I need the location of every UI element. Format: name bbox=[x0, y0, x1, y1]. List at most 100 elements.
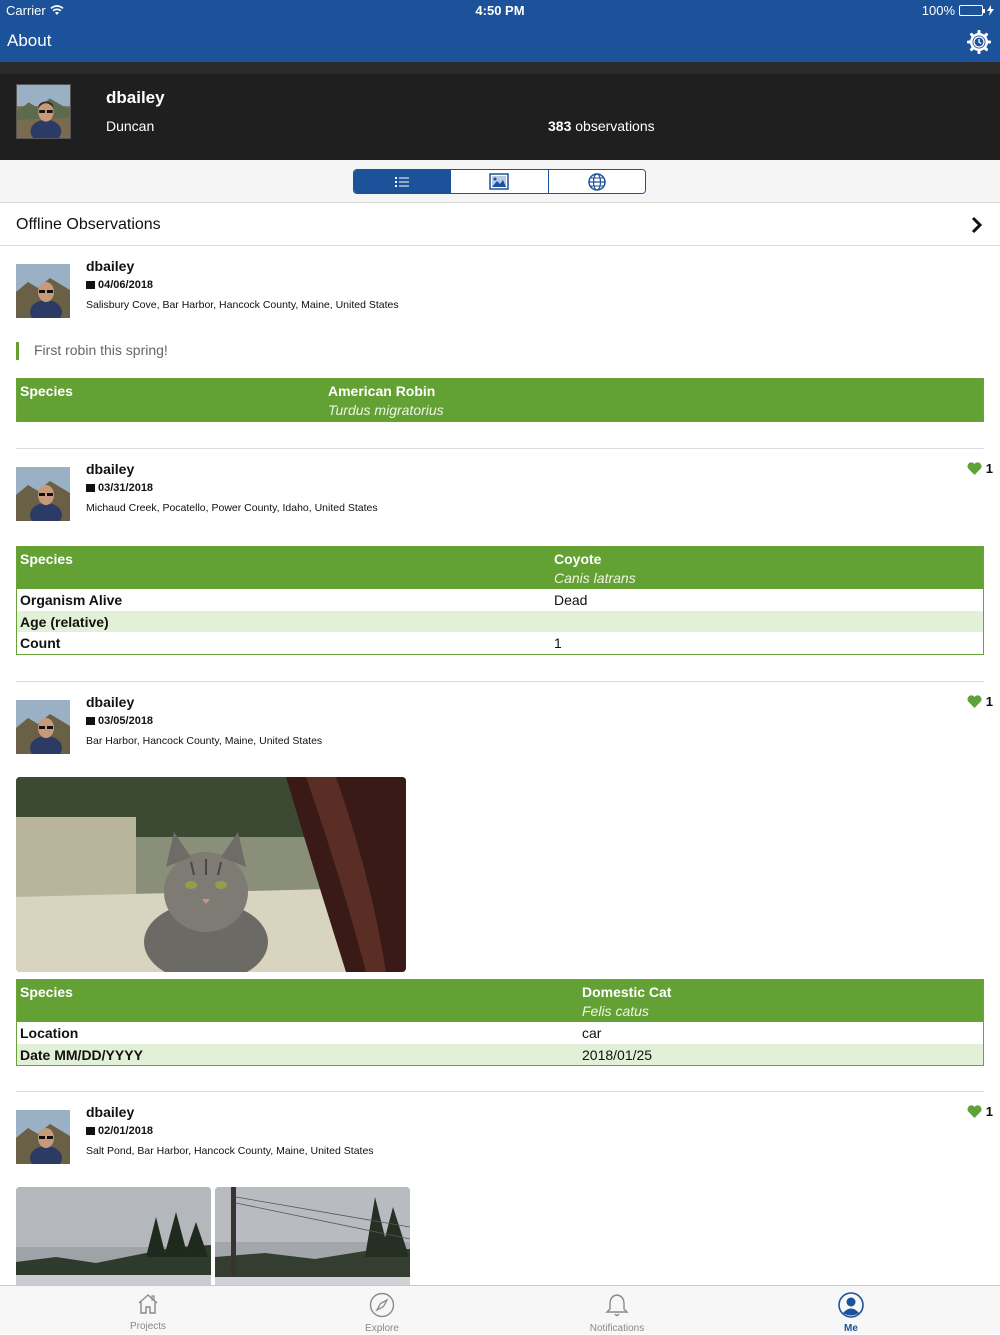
scientific-name: Canis latrans bbox=[554, 570, 636, 586]
observation-card[interactable]: dbailey 03/31/2018 Michaud Creek, Pocate… bbox=[16, 449, 993, 682]
fave-count[interactable]: 1 bbox=[967, 694, 993, 709]
globe-icon bbox=[588, 172, 606, 191]
offline-observations-label: Offline Observations bbox=[16, 216, 161, 233]
field-value: 2018/01/25 bbox=[582, 1046, 653, 1063]
heart-icon bbox=[967, 462, 982, 475]
field-key: Age (relative) bbox=[20, 613, 109, 630]
common-name: Coyote bbox=[554, 551, 602, 567]
field-row: Age (relative) bbox=[17, 610, 983, 632]
species-row: Species American Robin Turdus migratoriu… bbox=[17, 379, 983, 421]
observation-date-text: 03/05/2018 bbox=[98, 715, 154, 727]
field-value: 1 bbox=[554, 635, 562, 651]
observation-date: 03/31/2018 bbox=[86, 482, 153, 494]
observation-place: Michaud Creek, Pocatello, Power County, … bbox=[86, 502, 378, 514]
avatar[interactable] bbox=[16, 84, 71, 139]
profile-login: dbailey bbox=[106, 88, 165, 107]
tab-me-label: Me bbox=[844, 1323, 858, 1334]
avatar bbox=[16, 264, 70, 318]
field-key: Location bbox=[20, 1025, 79, 1041]
common-name: American Robin bbox=[328, 383, 436, 399]
observation-date-text: 04/06/2018 bbox=[98, 279, 154, 291]
observation-count-label: observations bbox=[571, 118, 655, 134]
field-key: Date MM/DD/YYYY bbox=[20, 1046, 143, 1063]
offline-observations-row[interactable]: Offline Observations bbox=[0, 204, 1000, 246]
field-value: car bbox=[582, 1025, 602, 1041]
species-key: Species bbox=[20, 984, 73, 1000]
observation-card[interactable]: dbailey 04/06/2018 Salisbury Cove, Bar H… bbox=[16, 246, 984, 449]
tab-notifications[interactable]: Notifications bbox=[557, 1286, 677, 1335]
identification-table: Species Coyote Canis latrans Organism Al… bbox=[16, 546, 984, 655]
battery-percent: 100% bbox=[921, 3, 955, 18]
field-row: Organism Alive Dead bbox=[17, 589, 983, 611]
view-mode-bar bbox=[0, 160, 1000, 203]
field-key: Organism Alive bbox=[20, 592, 123, 608]
tab-projects[interactable]: Projects bbox=[88, 1286, 208, 1335]
identification-table: Species American Robin Turdus migratoriu… bbox=[16, 378, 984, 422]
calendar-icon bbox=[86, 1127, 95, 1135]
observer-login: dbailey bbox=[86, 461, 135, 477]
observation-date-text: 02/01/2018 bbox=[98, 1125, 154, 1137]
scientific-name: Felis catus bbox=[582, 1003, 649, 1019]
charging-bolt-icon bbox=[987, 5, 994, 16]
clock: 4:50 PM bbox=[475, 3, 525, 18]
observation-description: First robin this spring! bbox=[16, 342, 168, 360]
view-mode-segmented-control bbox=[353, 169, 646, 194]
observation-photo[interactable] bbox=[16, 1187, 211, 1285]
segment-list[interactable] bbox=[354, 170, 452, 193]
observation-count[interactable]: 383 observations bbox=[548, 118, 655, 134]
calendar-icon bbox=[86, 281, 95, 289]
observation-date: 04/06/2018 bbox=[86, 279, 153, 291]
observation-feed[interactable]: dbailey 04/06/2018 Salisbury Cove, Bar H… bbox=[0, 246, 1000, 1285]
list-icon bbox=[395, 176, 410, 187]
scientific-name: Turdus migratorius bbox=[328, 402, 444, 418]
field-row: Date MM/DD/YYYY 2018/01/25 bbox=[17, 1043, 983, 1065]
avatar bbox=[16, 700, 70, 754]
compass-icon bbox=[369, 1292, 395, 1318]
observation-date: 02/01/2018 bbox=[86, 1125, 153, 1137]
field-row: Location car bbox=[17, 1022, 983, 1044]
fave-count[interactable]: 1 bbox=[967, 461, 993, 476]
profile-header: dbailey Duncan 383 observations bbox=[0, 62, 1000, 160]
tab-notifications-label: Notifications bbox=[589, 1323, 645, 1334]
field-key: Count bbox=[20, 635, 61, 651]
field-value: Dead bbox=[554, 592, 588, 608]
observation-photo[interactable] bbox=[215, 1187, 410, 1285]
observation-count-number: 383 bbox=[548, 118, 572, 134]
observer-login: dbailey bbox=[86, 258, 135, 274]
gear-icon[interactable] bbox=[966, 29, 992, 55]
heart-icon bbox=[967, 1105, 982, 1118]
photo-grid-icon bbox=[489, 173, 510, 190]
observer-login: dbailey bbox=[86, 1104, 135, 1120]
species-row: Species Coyote Canis latrans bbox=[17, 547, 983, 589]
house-icon bbox=[138, 1294, 158, 1314]
observation-card[interactable]: dbailey 03/05/2018 Bar Harbor, Hancock C… bbox=[16, 682, 993, 1092]
fave-count-number: 1 bbox=[985, 694, 993, 709]
heart-icon bbox=[967, 695, 982, 708]
observation-place: Salt Pond, Bar Harbor, Hancock County, M… bbox=[86, 1145, 374, 1157]
page-title: About bbox=[7, 31, 52, 50]
status-bar: Carrier 4:50 PM 100% bbox=[0, 0, 1000, 22]
species-row: Species Domestic Cat Felis catus bbox=[17, 980, 983, 1022]
species-key: Species bbox=[20, 383, 73, 399]
tab-explore-label: Explore bbox=[365, 1323, 399, 1334]
observation-date-text: 03/31/2018 bbox=[98, 482, 154, 494]
species-key: Species bbox=[20, 551, 73, 567]
battery-icon bbox=[959, 5, 985, 16]
navigation-bar: About bbox=[0, 22, 1000, 62]
bell-icon bbox=[605, 1294, 629, 1317]
observation-photo[interactable] bbox=[16, 777, 406, 972]
tab-me[interactable]: Me bbox=[791, 1286, 911, 1335]
person-icon bbox=[838, 1292, 864, 1318]
calendar-icon bbox=[86, 717, 95, 725]
segment-map[interactable] bbox=[548, 170, 645, 193]
profile-name: Duncan bbox=[106, 118, 155, 134]
segment-photo-grid[interactable] bbox=[451, 170, 549, 193]
fave-count[interactable]: 1 bbox=[967, 1104, 993, 1119]
observation-card[interactable]: dbailey 02/01/2018 Salt Pond, Bar Harbor… bbox=[16, 1092, 993, 1285]
fave-count-number: 1 bbox=[985, 1104, 993, 1119]
field-row: Count 1 bbox=[17, 632, 983, 654]
avatar bbox=[16, 1110, 70, 1164]
common-name: Domestic Cat bbox=[582, 984, 672, 1000]
tab-explore[interactable]: Explore bbox=[322, 1286, 442, 1335]
observation-place: Bar Harbor, Hancock County, Maine, Unite… bbox=[86, 735, 323, 747]
